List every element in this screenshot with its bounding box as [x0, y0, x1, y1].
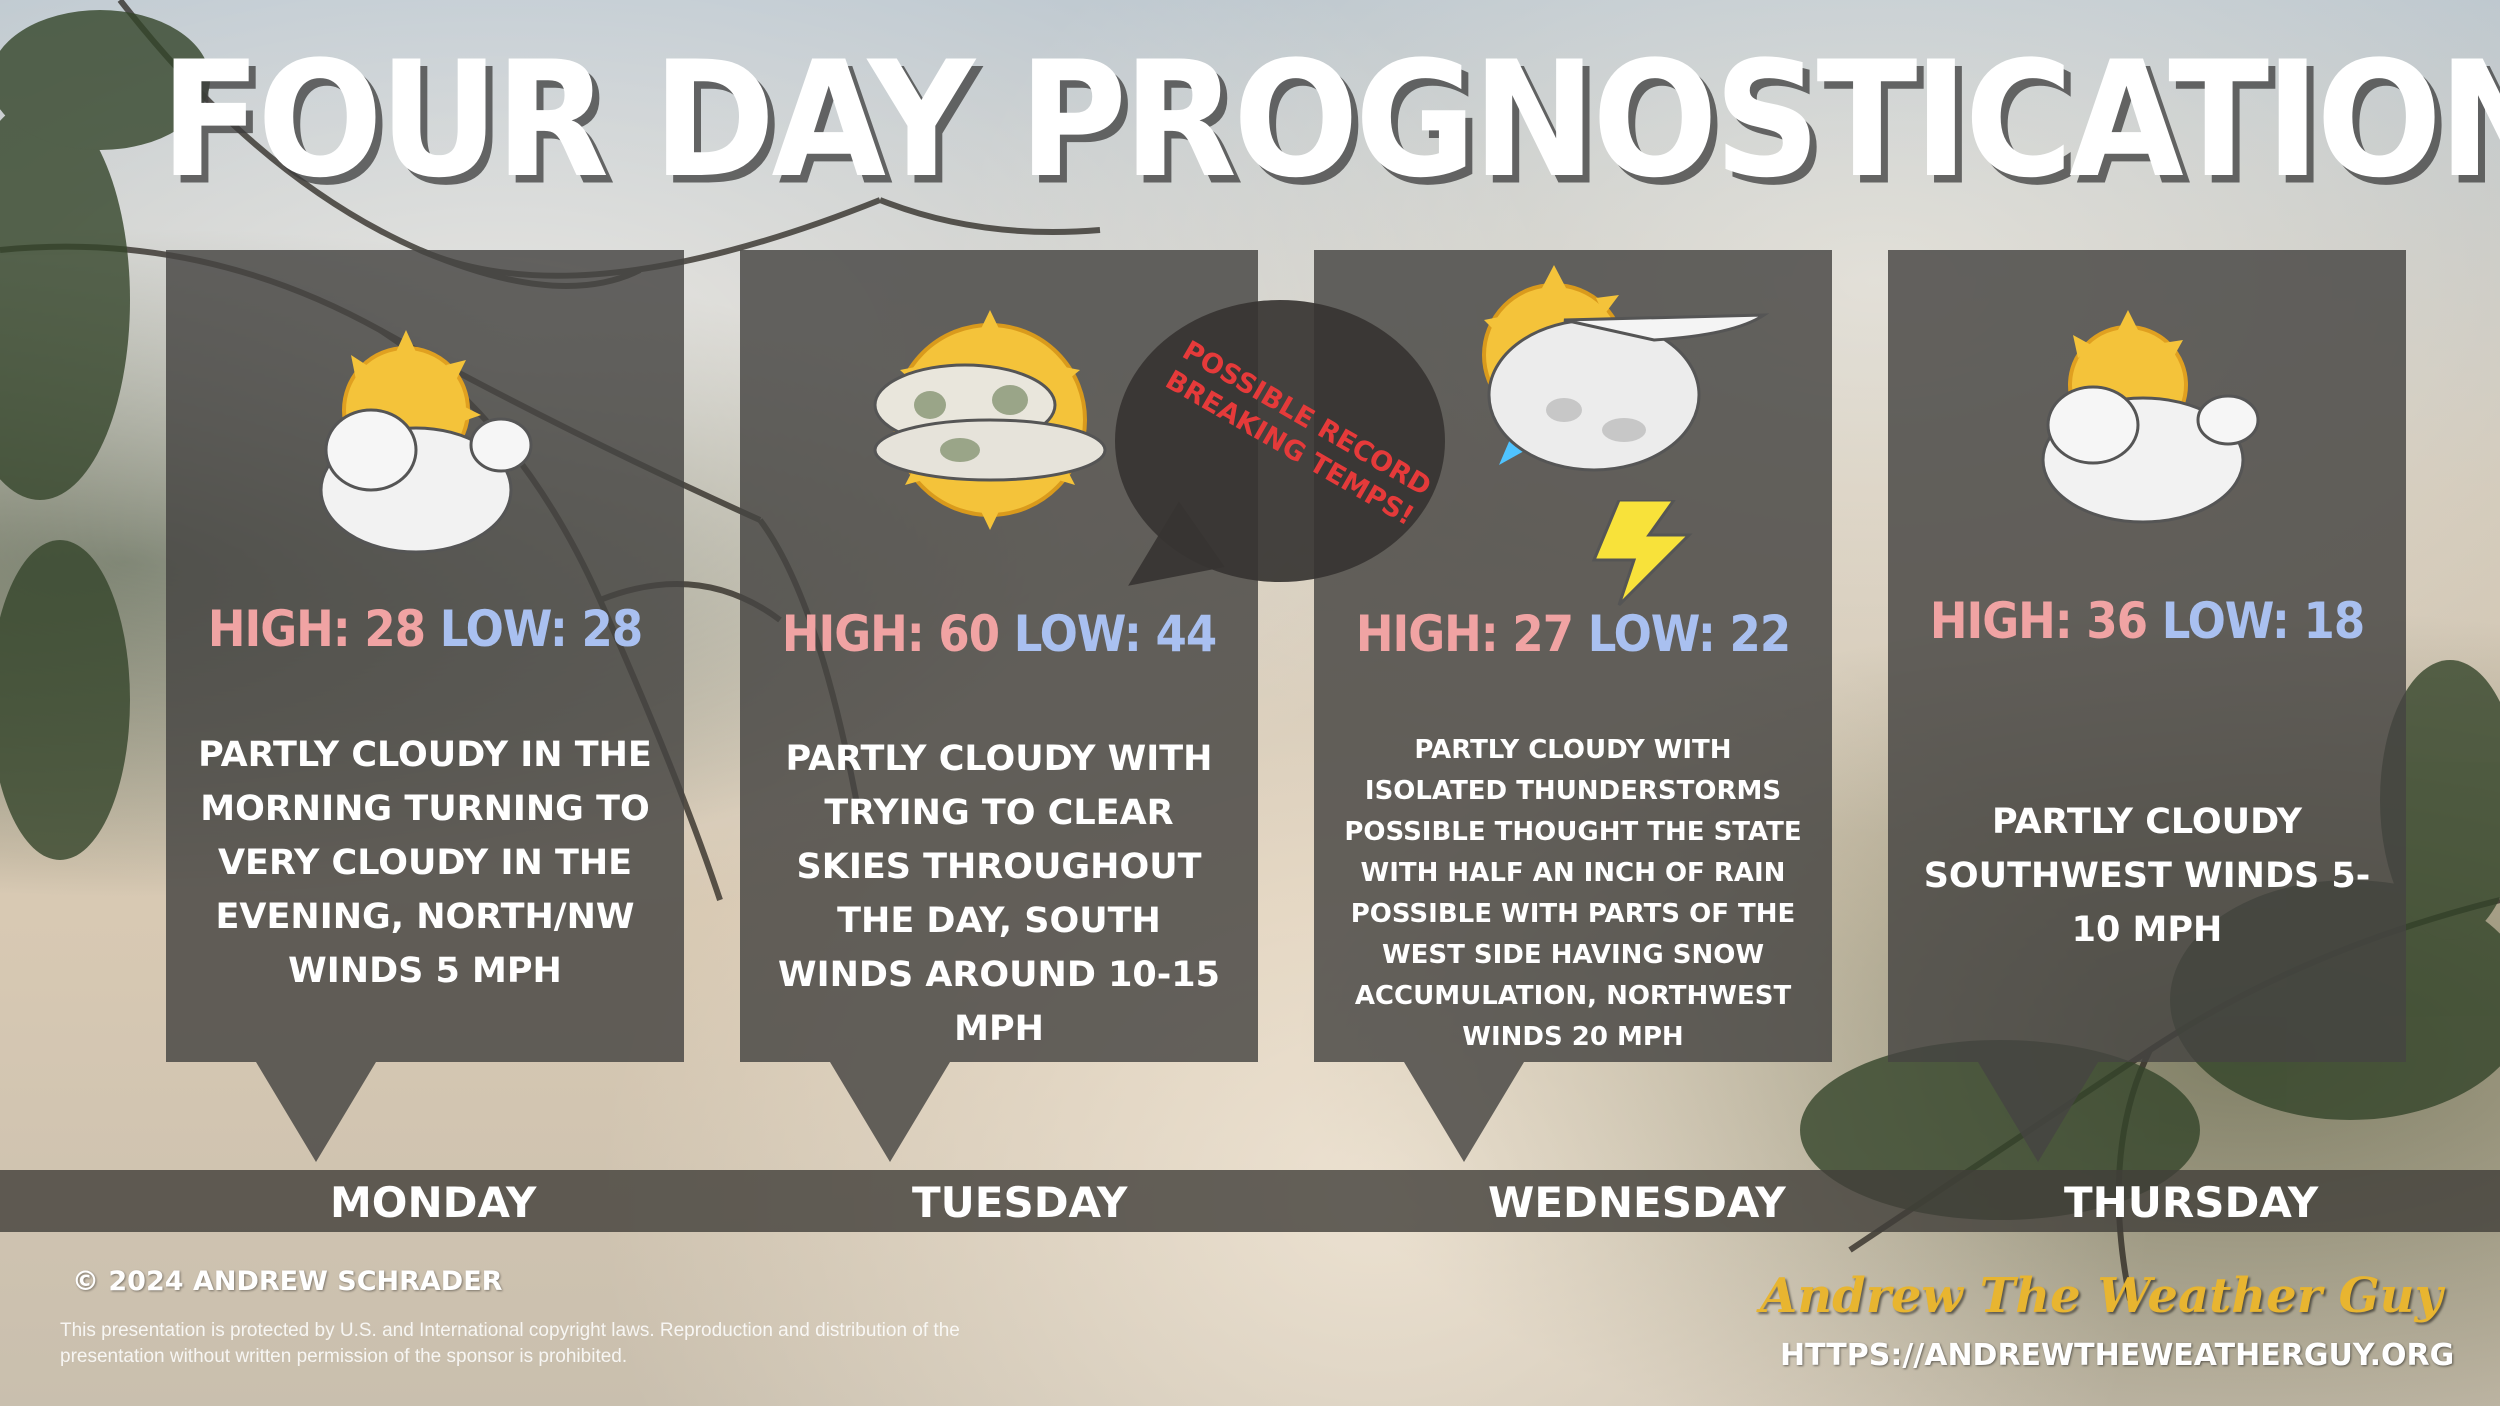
forecast-description: PARTLY CLOUDY WITH TRYING TO CLEAR SKIES… — [777, 739, 1221, 1049]
forecast-slide: FOUR DAY PROGNOSTICATION HIGH: 28 LOW: 2… — [0, 0, 2500, 1406]
lightning-bolt-icon — [1591, 500, 1693, 607]
card-pointer — [1404, 1062, 1524, 1162]
card-pointer — [830, 1062, 950, 1162]
high-temp: HIGH: 60 — [781, 605, 1000, 663]
card-pointer — [256, 1062, 376, 1162]
page-title: FOUR DAY PROGNOSTICATION — [160, 27, 2500, 213]
temperature-line: HIGH: 60 LOW: 44 — [740, 605, 1258, 663]
brand-logo-text: Andrew The Weather Guy — [1760, 1268, 2443, 1324]
low-temp: LOW: 44 — [1013, 605, 1217, 663]
temperature-line: HIGH: 36 LOW: 18 — [1888, 592, 2406, 650]
forecast-card-thursday: HIGH: 36 LOW: 18 PARTLY CLOUDY SOUTHWEST… — [1888, 250, 2406, 1062]
forecast-card-monday: HIGH: 28 LOW: 28 PARTLY CLOUDY IN THE MO… — [166, 250, 684, 1062]
high-temp: HIGH: 36 — [1929, 592, 2148, 650]
legal-disclaimer: This presentation is protected by U.S. a… — [60, 1320, 960, 1367]
temperature-line: HIGH: 27 LOW: 22 — [1314, 605, 1832, 663]
day-label-monday: MONDAY — [330, 1178, 537, 1227]
card-pointer — [1978, 1062, 2098, 1162]
partly-cloudy-icon — [319, 330, 533, 554]
partly-cloudy-icon — [2041, 310, 2260, 524]
high-temp: HIGH: 27 — [1355, 605, 1574, 663]
day-label-wednesday: WEDNESDAY — [1488, 1178, 1786, 1227]
low-temp: LOW: 28 — [439, 600, 643, 658]
copyright-notice: © 2024 ANDREW SCHRADER — [72, 1266, 503, 1297]
low-temp: LOW: 22 — [1587, 605, 1791, 663]
website-link[interactable]: HTTPS://ANDREWTHEWEATHERGUY.ORG — [1780, 1338, 2454, 1373]
low-temp: LOW: 18 — [2161, 592, 2365, 650]
forecast-description: PARTLY CLOUDY WITH ISOLATED THUNDERSTORM… — [1344, 735, 1802, 1052]
forecast-description: PARTLY CLOUDY SOUTHWEST WINDS 5-10 MPH — [1923, 802, 2371, 950]
day-label-thursday: THURSDAY — [2064, 1178, 2319, 1227]
temperature-line: HIGH: 28 LOW: 28 — [166, 600, 684, 658]
high-temp: HIGH: 28 — [207, 600, 426, 658]
day-label-tuesday: TUESDAY — [912, 1178, 1128, 1227]
forecast-description: PARTLY CLOUDY IN THE MORNING TURNING TO … — [198, 735, 652, 991]
